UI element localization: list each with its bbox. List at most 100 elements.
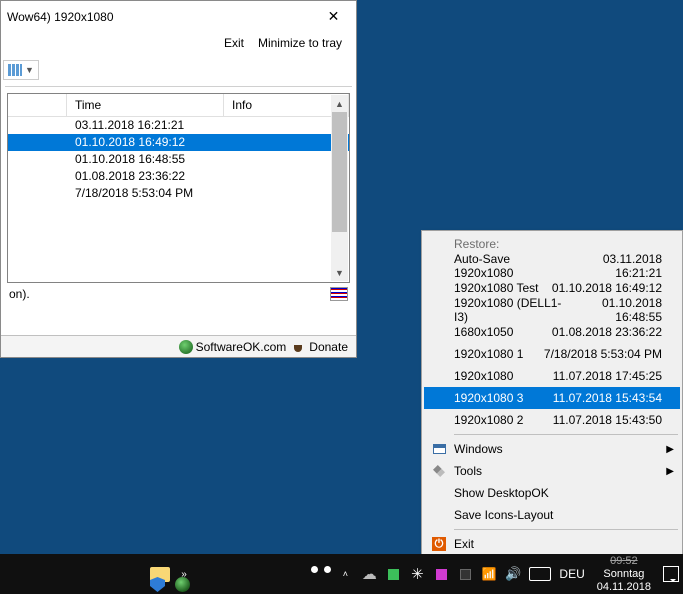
restore-item-date: 01.10.2018 16:49:12 [552, 281, 662, 295]
restore-item-name: 1920x1080 2 [454, 413, 523, 427]
menu-exit[interactable]: ⏻ Exit [424, 533, 680, 555]
restore-item[interactable]: 1920x1080 (DELL1-I3)01.10.2018 16:48:55 [424, 299, 680, 321]
language-indicator[interactable]: DEU [555, 567, 588, 581]
chevron-right-icon: ▶ [666, 444, 674, 455]
cell-blank [8, 168, 67, 185]
restore-item-date: 11.07.2018 17:45:25 [553, 369, 662, 383]
window-footer: SoftwareOK.com Donate [1, 335, 356, 357]
cell-time: 01.10.2018 16:49:12 [67, 134, 224, 151]
list-header: Time Info [8, 94, 349, 117]
scroll-up-icon[interactable]: ▲ [331, 95, 348, 112]
tools-icon [431, 463, 447, 479]
menu-save-layout[interactable]: Save Icons-Layout [424, 504, 680, 526]
restore-item-date: 7/18/2018 5:53:04 PM [544, 347, 662, 361]
list-row[interactable]: 01.10.2018 16:48:55 [8, 151, 349, 168]
restore-item-name: 1920x1080 1 [454, 347, 523, 361]
restore-item-date: 11.07.2018 15:43:50 [553, 413, 662, 427]
cell-blank [8, 117, 67, 134]
menu-exit[interactable]: Exit [224, 36, 244, 50]
clock[interactable]: 09:52 Sonntag 04.11.2018 [589, 555, 659, 594]
touch-keyboard[interactable] [525, 554, 555, 594]
list-row[interactable]: 01.10.2018 16:49:12 [8, 134, 349, 151]
restore-item[interactable]: 1920x1080 11.07.2018 17:45:25 [424, 365, 680, 387]
close-icon: ✕ [328, 8, 340, 25]
taskbar: » ˄ ✳ DEU 09:52 Sonntag 04.11.2018 [0, 554, 683, 594]
people-button[interactable] [309, 554, 333, 594]
restore-item-date: 03.11.2018 16:21:21 [562, 252, 662, 280]
status-text: on). [9, 287, 30, 301]
cell-time: 01.10.2018 16:48:55 [67, 151, 224, 168]
app-window: Wow64) 1920x1080 ✕ Exit Minimize to tray… [0, 0, 357, 358]
website-link[interactable]: SoftwareOK.com [179, 340, 287, 354]
status-row: on). [1, 283, 356, 305]
calendar-icon[interactable] [330, 287, 348, 301]
restore-item-date: 01.10.2018 16:48:55 [563, 296, 662, 324]
scroll-down-icon[interactable]: ▼ [331, 264, 348, 281]
col-blank[interactable] [8, 94, 67, 117]
tray-app-green[interactable] [381, 554, 405, 594]
taskbar-second-row [150, 577, 190, 592]
restore-item-name: 1920x1080 3 [454, 391, 523, 405]
restore-item[interactable]: 1680x1050 01.08.2018 23:36:22 [424, 321, 680, 343]
tray-overflow[interactable]: ˄ [333, 554, 357, 594]
cell-time: 01.08.2018 23:36:22 [67, 168, 224, 185]
restore-item[interactable]: 1920x1080 2 11.07.2018 15:43:50 [424, 409, 680, 431]
people-icon [311, 566, 331, 582]
tray-context-menu: Restore: Auto-Save 1920x108003.11.2018 1… [421, 230, 683, 580]
taskbar-day: Sonntag [597, 568, 651, 581]
scroll-thumb[interactable] [332, 112, 347, 232]
menu-tools[interactable]: Tools ▶ [424, 460, 680, 482]
chevron-up-icon: ˄ [343, 569, 348, 579]
globe-icon [179, 340, 193, 354]
asterisk-icon: ✳ [411, 565, 424, 583]
square-icon [388, 569, 399, 580]
restore-item-name: 1920x1080 [454, 369, 513, 383]
cell-time: 03.11.2018 16:21:21 [67, 117, 224, 134]
coffee-icon [292, 340, 306, 354]
tray-network[interactable] [477, 554, 501, 594]
list-row[interactable]: 7/18/2018 5:53:04 PM [8, 185, 349, 202]
action-center[interactable] [659, 554, 683, 594]
security-icon[interactable] [150, 577, 165, 592]
list-row[interactable]: 03.11.2018 16:21:21 [8, 117, 349, 134]
restore-item-name: Auto-Save 1920x1080 [454, 252, 562, 280]
cell-time: 7/18/2018 5:53:04 PM [67, 185, 224, 202]
donate-label: Donate [309, 340, 348, 354]
view-dropdown[interactable]: ▼ [3, 60, 39, 80]
titlebar[interactable]: Wow64) 1920x1080 ✕ [1, 1, 356, 32]
keyboard-icon [529, 567, 551, 581]
tray-app-asterisk[interactable]: ✳ [405, 554, 429, 594]
chevron-down-icon: ▼ [25, 65, 34, 75]
restore-item[interactable]: Auto-Save 1920x108003.11.2018 16:21:21 [424, 255, 680, 277]
toolbar: ▼ [1, 54, 356, 86]
restore-item-date: 01.08.2018 23:36:22 [552, 325, 662, 339]
scrollbar[interactable]: ▲ ▼ [331, 95, 348, 281]
grid-icon [8, 63, 22, 77]
tray-app-magenta[interactable] [429, 554, 453, 594]
tray-onedrive[interactable] [357, 554, 381, 594]
close-button[interactable]: ✕ [311, 2, 356, 31]
notification-icon [663, 566, 679, 582]
cell-blank [8, 134, 67, 151]
globe-icon[interactable] [175, 577, 190, 592]
restore-item-name: 1680x1050 [454, 325, 513, 339]
col-time[interactable]: Time [67, 94, 224, 117]
save-list: Time Info 03.11.2018 16:21:2101.10.2018 … [7, 93, 350, 283]
tray-app-dark[interactable] [453, 554, 477, 594]
restore-item[interactable]: 1920x1080 311.07.2018 15:43:54 [424, 387, 680, 409]
website-label: SoftwareOK.com [196, 340, 287, 354]
menu-minimize-to-tray[interactable]: Minimize to tray [258, 36, 342, 50]
cell-blank [8, 151, 67, 168]
restore-item[interactable]: 1920x1080 1 7/18/2018 5:53:04 PM [424, 343, 680, 365]
menu-windows[interactable]: Windows ▶ [424, 438, 680, 460]
tray-sound[interactable] [501, 554, 525, 594]
window-title: Wow64) 1920x1080 [7, 10, 311, 24]
list-row[interactable]: 01.08.2018 23:36:22 [8, 168, 349, 185]
cell-blank [8, 185, 67, 202]
restore-item-name: 1920x1080 (DELL1-I3) [454, 296, 563, 324]
exit-icon: ⏻ [431, 536, 447, 552]
menu-separator [454, 529, 678, 530]
wifi-icon [480, 565, 498, 583]
donate-link[interactable]: Donate [292, 340, 348, 354]
menu-show-desktopok[interactable]: Show DesktopOK [424, 482, 680, 504]
